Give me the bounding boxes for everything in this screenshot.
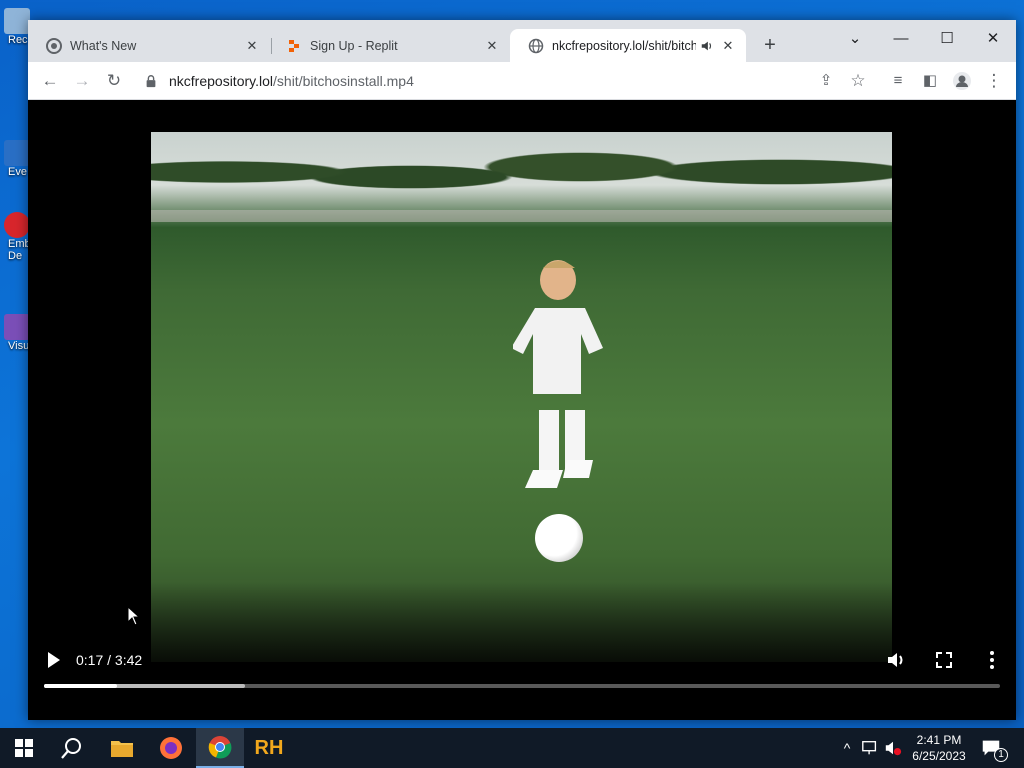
- mouse-cursor-icon: [127, 606, 141, 626]
- notification-count-badge: 1: [994, 748, 1008, 762]
- chrome-icon: [208, 736, 232, 759]
- taskbar-rh-app[interactable]: RH: [245, 728, 293, 768]
- video-played-bar[interactable]: [44, 684, 118, 688]
- globe-icon: [528, 38, 544, 53]
- chrome-icon: [46, 37, 62, 54]
- chrome-menu-icon[interactable]: ⋮: [982, 69, 1006, 93]
- tab-whats-new[interactable]: What's New ✕: [28, 29, 270, 62]
- play-icon[interactable]: [44, 648, 64, 672]
- volume-icon[interactable]: [884, 648, 908, 672]
- url-path: /shit/bitchosinstall.mp4: [273, 73, 414, 89]
- search-button[interactable]: [48, 728, 96, 768]
- desktop-icon-label: Rec: [8, 34, 28, 46]
- taskbar: RH ^ 2:41 PM 6/25/2023 1: [0, 728, 1024, 768]
- video-fence: [151, 210, 892, 222]
- video-player[interactable]: 0:17 / 3:42: [28, 100, 1016, 720]
- video-soccer-ball: [535, 514, 583, 562]
- desktop-icon-label: Eve: [8, 166, 27, 178]
- replit-icon: [289, 39, 299, 52]
- media-control-icon[interactable]: ≡: [886, 69, 910, 93]
- app-red-icon: [4, 212, 30, 238]
- desktop-icon-emb[interactable]: Emb De: [0, 212, 31, 262]
- lock-icon[interactable]: [144, 74, 158, 88]
- profile-avatar-icon[interactable]: [950, 69, 974, 93]
- close-tab-icon[interactable]: ✕: [244, 38, 260, 54]
- bookmark-star-icon[interactable]: ☆: [846, 69, 870, 93]
- tab-title: What's New: [70, 38, 137, 53]
- desktop-icon-recycle-bin[interactable]: Rec: [0, 8, 30, 46]
- new-tab-button[interactable]: +: [758, 34, 782, 57]
- fullscreen-icon[interactable]: [932, 648, 956, 672]
- tab-video[interactable]: nkcfrepository.lol/shit/bitchosinstall.m…: [510, 29, 746, 62]
- start-button[interactable]: [0, 728, 48, 768]
- rh-app-label: RH: [254, 736, 284, 759]
- close-window-button[interactable]: ✕: [978, 26, 1008, 52]
- browser-window: What's New ✕ Sign Up - Replit ✕ nkcfrepo…: [28, 20, 1016, 720]
- maximize-button[interactable]: ☐: [932, 26, 962, 52]
- address-bar[interactable]: nkcfrepository.lol/shit/bitchosinstall.m…: [138, 66, 858, 96]
- desktop-icon-visual[interactable]: Visu: [0, 314, 30, 352]
- minimize-button[interactable]: —: [886, 26, 916, 52]
- video-child-player: [513, 260, 603, 488]
- close-tab-icon[interactable]: ✕: [484, 38, 500, 54]
- visual-studio-icon: [4, 314, 30, 340]
- taskbar-file-explorer[interactable]: [98, 728, 146, 768]
- firefox-icon: [160, 737, 182, 759]
- clock-time: 2:41 PM: [916, 733, 962, 747]
- side-panel-icon[interactable]: ◧: [918, 69, 942, 93]
- tab-title: Sign Up - Replit: [310, 38, 398, 53]
- taskbar-chrome[interactable]: [196, 728, 244, 768]
- tab-title: nkcfrepository.lol/shit/bitchosinstall.m…: [552, 38, 696, 53]
- video-more-options-icon[interactable]: [980, 648, 1004, 672]
- notification-center-button[interactable]: 1: [980, 728, 1010, 768]
- share-icon[interactable]: ⇪: [814, 69, 838, 93]
- video-time-display: 0:17 / 3:42: [76, 652, 143, 668]
- desktop-icon-sublabel: De: [8, 250, 23, 262]
- windows-logo-icon: [15, 739, 33, 757]
- video-frame[interactable]: [151, 132, 892, 662]
- taskbar-clock[interactable]: 2:41 PM 6/25/2023: [900, 732, 978, 764]
- back-button[interactable]: ←: [38, 69, 62, 93]
- tab-sign-up-replit[interactable]: Sign Up - Replit ✕: [268, 29, 510, 62]
- reload-button[interactable]: ↻: [102, 69, 126, 93]
- desktop-icon-eve[interactable]: Eve: [0, 140, 30, 178]
- browser-toolbar: ← → ↻ nkcfrepository.lol/shit/bitchosins…: [28, 62, 1016, 100]
- tab-search-button[interactable]: ⌄: [840, 26, 870, 52]
- desktop-icon-label: Emb: [8, 238, 31, 250]
- shortcut-icon: [4, 140, 30, 166]
- search-icon: [61, 738, 81, 759]
- show-hidden-icons-button[interactable]: ^: [838, 728, 856, 768]
- network-icon[interactable]: [861, 739, 879, 757]
- desktop-icon-label: Visu: [8, 340, 30, 352]
- video-controls: 0:17 / 3:42: [28, 640, 1016, 700]
- url-host: nkcfrepository.lol: [169, 73, 274, 89]
- recycle-bin-icon: [4, 8, 30, 34]
- video-seek-bar[interactable]: [44, 684, 1000, 688]
- close-tab-icon[interactable]: ✕: [720, 38, 736, 54]
- tab-strip: What's New ✕ Sign Up - Replit ✕ nkcfrepo…: [28, 20, 1016, 62]
- folder-icon: [111, 741, 133, 757]
- taskbar-firefox[interactable]: [147, 728, 195, 768]
- forward-button[interactable]: →: [70, 69, 94, 93]
- clock-date: 6/25/2023: [912, 749, 966, 763]
- tab-audio-playing-icon[interactable]: [700, 39, 714, 53]
